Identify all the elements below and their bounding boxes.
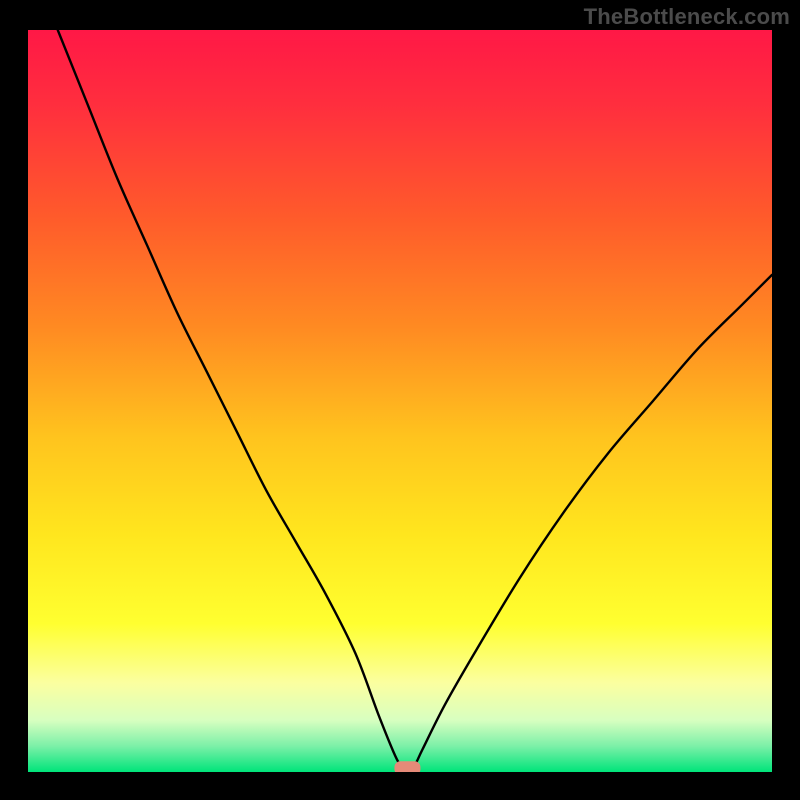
plot-area — [28, 30, 772, 772]
optimal-marker — [394, 761, 420, 772]
chart-svg — [28, 30, 772, 772]
chart-frame: TheBottleneck.com — [0, 0, 800, 800]
gradient-background — [28, 30, 772, 772]
watermark-text: TheBottleneck.com — [584, 4, 790, 30]
